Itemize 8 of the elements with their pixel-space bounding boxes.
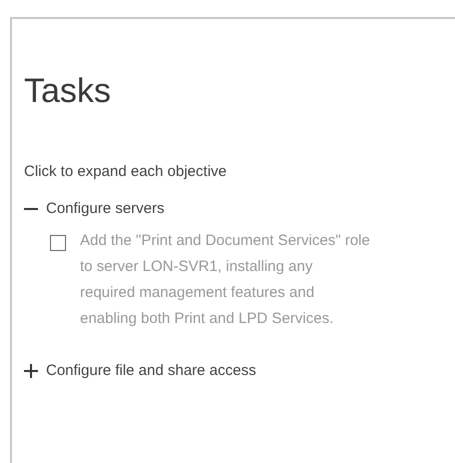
objective-toggle[interactable]: Configure file and share access	[24, 362, 256, 379]
task-description: Add the "Print and Document Services" role to server LON-SVR1, installing any required management features and enabling both Print and LPD Services.	[80, 231, 370, 329]
task-checkbox[interactable]	[50, 235, 66, 251]
panel-title: Tasks	[24, 71, 112, 111]
minus-icon	[24, 208, 38, 210]
plus-icon	[24, 364, 38, 378]
instruction-text: Click to expand each objective	[24, 163, 228, 180]
objective-toggle[interactable]: Configure servers	[24, 200, 164, 217]
